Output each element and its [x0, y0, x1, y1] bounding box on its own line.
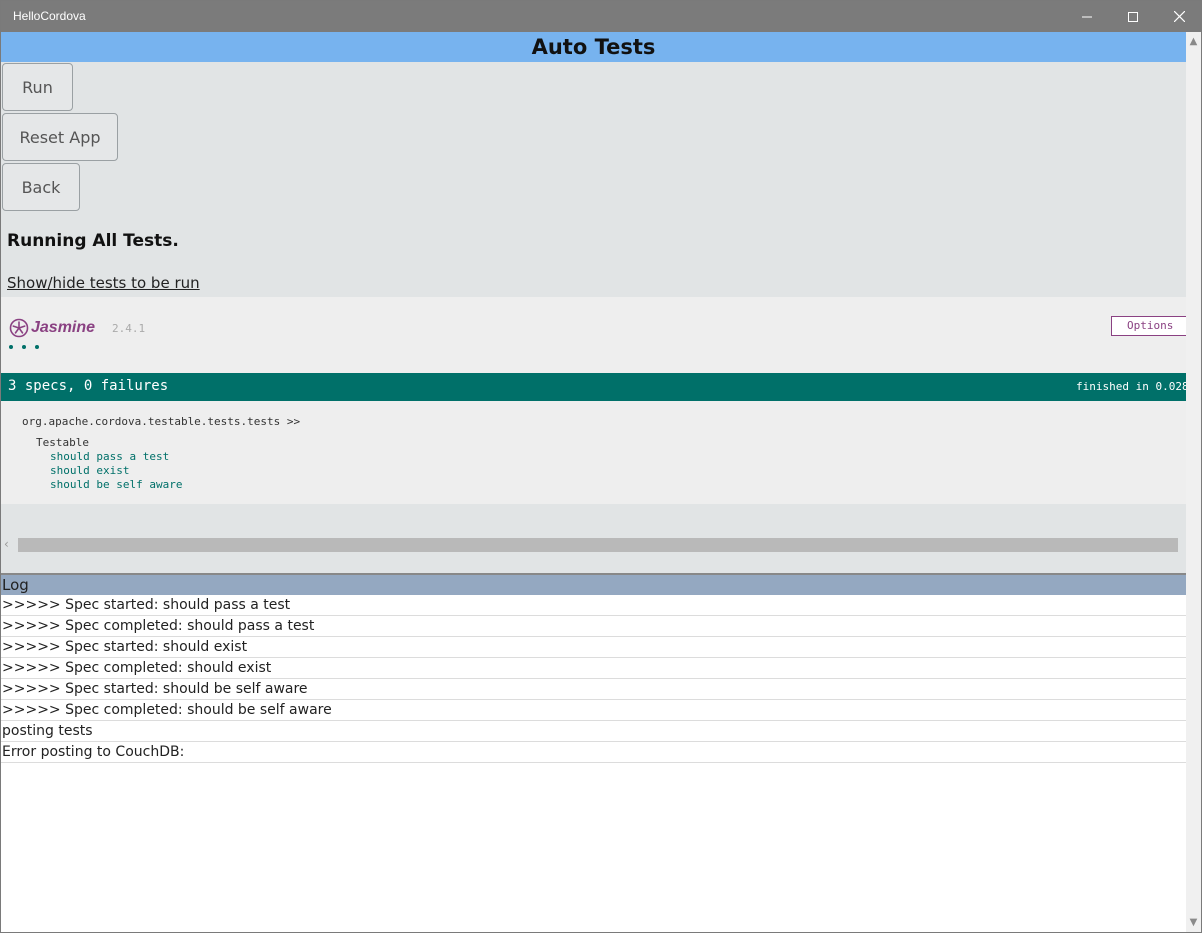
- title-bar: HelloCordova: [1, 1, 1201, 32]
- log-entry: >>>>> Spec completed: should pass a test: [1, 616, 1186, 637]
- log-entry: Error posting to CouchDB:: [1, 742, 1186, 763]
- minimize-icon: [1082, 16, 1092, 17]
- log-title: Log: [1, 575, 1186, 595]
- scrollbar-thumb[interactable]: [18, 538, 1178, 552]
- jasmine-flower-icon: [9, 318, 29, 338]
- spec-item[interactable]: should be self aware: [50, 478, 182, 492]
- app-content: Auto Tests Run Reset App Back Running Al…: [1, 32, 1186, 932]
- results-summary-bar: 3 specs, 0 failures finished in 0.028s: [1, 373, 1186, 401]
- maximize-icon: [1128, 11, 1138, 22]
- back-button[interactable]: Back: [2, 163, 80, 211]
- spec-dot-passed: [22, 345, 26, 349]
- log-entry: >>>>> Spec started: should pass a test: [1, 595, 1186, 616]
- suite-name[interactable]: org.apache.cordova.testable.tests.tests …: [22, 415, 300, 428]
- window-title: HelloCordova: [13, 9, 86, 23]
- vertical-scrollbar[interactable]: ▲ ▼: [1186, 32, 1201, 932]
- run-button[interactable]: Run: [2, 63, 73, 111]
- finished-time: finished in 0.028s: [1076, 380, 1186, 393]
- options-button[interactable]: Options: [1111, 316, 1186, 336]
- log-entry: >>>>> Spec started: should be self aware: [1, 679, 1186, 700]
- jasmine-brand: Jasmine: [31, 319, 96, 336]
- app-window: HelloCordova Auto Tests Run Reset App Ba…: [0, 0, 1202, 933]
- scroll-up-icon[interactable]: ▲: [1186, 34, 1201, 49]
- scroll-down-icon[interactable]: ▼: [1186, 915, 1201, 930]
- page-title: Auto Tests: [1, 32, 1186, 62]
- spec-list: should pass a test should exist should b…: [50, 450, 182, 492]
- jasmine-version: 2.4.1: [112, 322, 146, 335]
- close-button[interactable]: [1156, 1, 1201, 32]
- show-hide-tests-link[interactable]: Show/hide tests to be run: [7, 274, 200, 292]
- specs-summary: 3 specs, 0 failures: [8, 378, 169, 394]
- spec-dots: [9, 345, 39, 349]
- maximize-button[interactable]: [1110, 1, 1156, 32]
- jasmine-reporter: Jasmine 2.4.1 Options 3 specs, 0 failure…: [1, 297, 1186, 504]
- log-entry: >>>>> Spec completed: should be self awa…: [1, 700, 1186, 721]
- jasmine-logo: Jasmine: [9, 318, 95, 338]
- spec-item[interactable]: should pass a test: [50, 450, 182, 464]
- reset-app-button[interactable]: Reset App: [2, 113, 118, 161]
- log-panel: Log >>>>> Spec started: should pass a te…: [1, 573, 1186, 932]
- log-entry: >>>>> Spec started: should exist: [1, 637, 1186, 658]
- scroll-left-icon[interactable]: ‹: [4, 537, 9, 551]
- log-entry: posting tests: [1, 721, 1186, 742]
- spec-dot-passed: [9, 345, 13, 349]
- spec-item[interactable]: should exist: [50, 464, 182, 478]
- horizontal-scrollbar[interactable]: ‹: [1, 537, 1186, 553]
- log-entry: >>>>> Spec completed: should exist: [1, 658, 1186, 679]
- running-status: Running All Tests.: [7, 231, 179, 251]
- close-icon: [1173, 11, 1185, 22]
- minimize-button[interactable]: [1064, 1, 1110, 32]
- spec-group-name[interactable]: Testable: [36, 436, 89, 449]
- spec-dot-passed: [35, 345, 39, 349]
